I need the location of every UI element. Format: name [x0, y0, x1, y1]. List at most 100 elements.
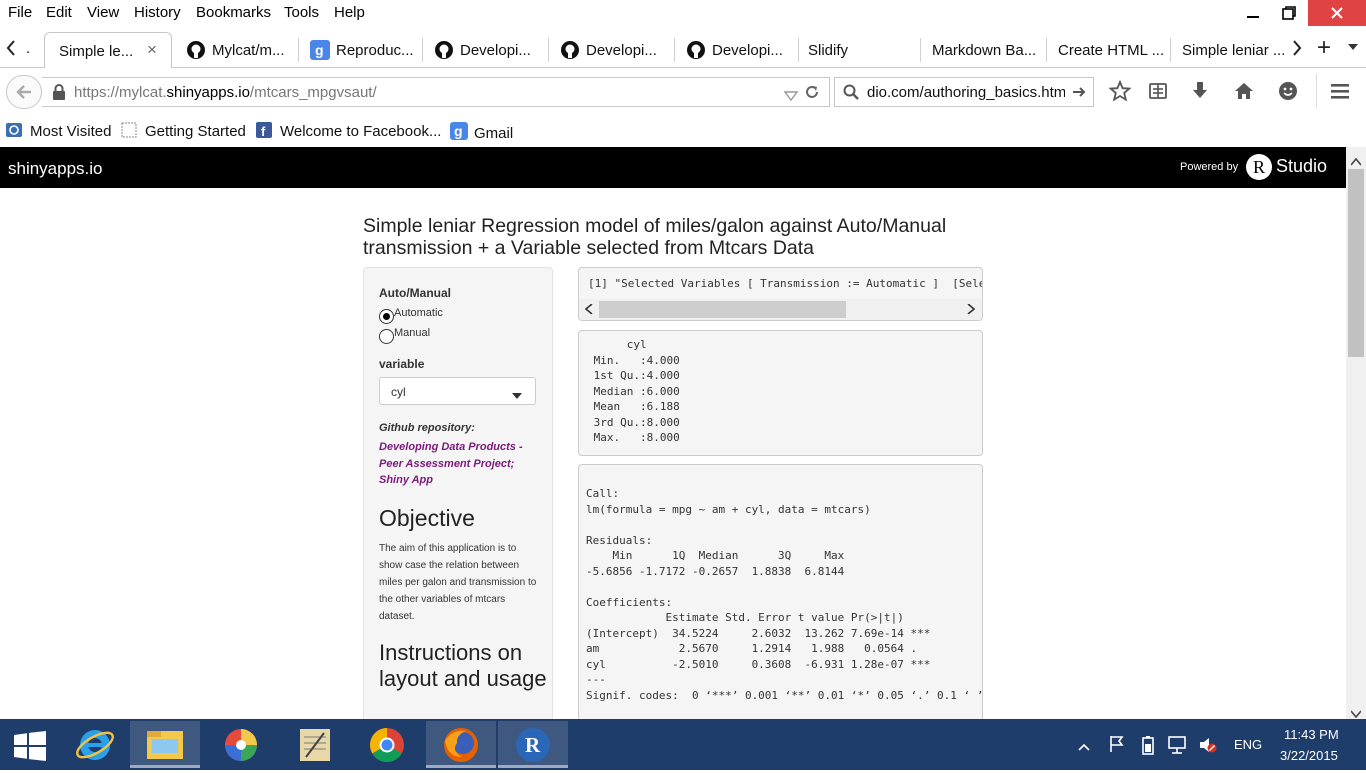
tab-simple-le[interactable]: Simple le... × — [44, 32, 172, 68]
page-content: shinyapps.io Powered by R Studio Simple … — [0, 147, 1346, 719]
chat-smiley-icon[interactable] — [1274, 80, 1302, 104]
close-tab-icon[interactable]: × — [147, 40, 157, 60]
google-icon: g — [310, 40, 330, 60]
bookmark-facebook[interactable]: f Welcome to Facebook... — [256, 122, 441, 140]
tab-markdown[interactable]: Markdown Ba... — [922, 32, 1046, 68]
vertical-scrollbar-thumb[interactable] — [1348, 169, 1364, 357]
reading-list-icon[interactable] — [1144, 80, 1172, 104]
page-icon — [121, 122, 137, 138]
horizontal-scrollbar[interactable] — [579, 299, 982, 320]
maximize-icon[interactable] — [1266, 0, 1312, 26]
output-line: (Intercept) 34.5224 2.6032 13.262 7.69e-… — [586, 626, 931, 640]
svg-text:g: g — [454, 123, 463, 139]
output-line: Signif. codes: 0 ‘***’ 0.001 ‘**’ 0.01 ‘… — [586, 688, 983, 702]
bookmark-star-icon[interactable] — [1106, 79, 1134, 104]
tab-strip: . Simple le... × Mylcat/m... g Reproduc.… — [0, 30, 1366, 68]
github-icon — [434, 40, 454, 60]
network-icon[interactable] — [1167, 735, 1187, 758]
downloads-icon[interactable] — [1186, 80, 1214, 104]
tab-label: Simple le... — [59, 43, 134, 60]
menu-edit[interactable]: Edit — [46, 4, 72, 21]
shinyapps-brand[interactable]: shinyapps.io — [8, 159, 103, 179]
r-icon[interactable]: R — [498, 721, 568, 768]
home-icon[interactable] — [1230, 80, 1258, 104]
menu-bookmarks[interactable]: Bookmarks — [196, 4, 271, 21]
menu-tools[interactable]: Tools — [284, 4, 319, 21]
clock-date[interactable]: 3/22/2015 — [1280, 748, 1338, 763]
ie-icon[interactable] — [60, 721, 130, 768]
chrome-icon[interactable] — [352, 721, 422, 768]
search-icon — [843, 84, 859, 104]
search-input[interactable]: dio.com/authoring_basics.html — [867, 84, 1065, 101]
file-explorer-icon[interactable] — [130, 721, 200, 768]
github-icon — [560, 40, 580, 60]
start-icon[interactable] — [14, 731, 46, 766]
variable-select[interactable]: cyl — [379, 377, 536, 405]
action-center-flag-icon[interactable] — [1108, 735, 1126, 756]
volume-muted-icon[interactable] — [1198, 735, 1218, 758]
menu-bar: File Edit View History Bookmarks Tools H… — [0, 0, 1366, 26]
clock-time[interactable]: 11:43 PM — [1284, 727, 1339, 742]
output-line: cyl -2.5010 0.3608 -6.931 1.28e-07 *** — [586, 657, 931, 671]
tab-mylcat[interactable]: Mylcat/m... — [176, 32, 298, 68]
url-dropdown-icon[interactable] — [783, 88, 799, 105]
tab-reproduc[interactable]: g Reproduc... — [300, 32, 422, 68]
url-bar[interactable]: https://mylcat.shinyapps.io/mtcars_mpgvs… — [42, 77, 830, 107]
instructions-heading: Instructions on layout and usage — [379, 640, 547, 691]
picasa-icon[interactable] — [206, 721, 276, 768]
reload-icon[interactable] — [804, 84, 820, 104]
notepad-icon[interactable] — [280, 721, 350, 768]
output-line: 1st Qu.:4.000 — [587, 369, 680, 382]
scroll-left-icon[interactable] — [584, 303, 593, 317]
radio-button-unchecked[interactable] — [379, 329, 394, 344]
scrollbar-thumb[interactable] — [599, 301, 846, 318]
menu-view[interactable]: View — [87, 4, 119, 21]
tab-label: Mylcat/m... — [212, 42, 285, 59]
google-icon: g — [450, 122, 468, 140]
bookmark-gmail[interactable]: g Gmail — [450, 122, 513, 142]
radio-button-checked[interactable] — [379, 309, 394, 324]
scroll-tabs-left-icon[interactable] — [4, 38, 18, 63]
tab-simple-leniar[interactable]: Simple leniar ... — [1172, 32, 1286, 68]
search-bar[interactable]: dio.com/authoring_basics.html — [834, 77, 1094, 107]
menu-help[interactable]: Help — [334, 4, 365, 21]
language-indicator[interactable]: ENG — [1234, 737, 1262, 752]
back-arrow-icon — [16, 85, 31, 99]
battery-icon[interactable] — [1140, 735, 1156, 758]
menu-hamburger-icon[interactable] — [1326, 80, 1354, 104]
selected-variables-output: [1] "Selected Variables [ Transmission :… — [578, 267, 983, 321]
output-line: -5.6856 -1.7172 -0.2657 1.8838 6.8144 — [586, 564, 845, 578]
output-line: Max. :8.000 — [587, 431, 680, 444]
variable-select-value: cyl — [391, 385, 406, 399]
scroll-tabs-right-icon[interactable] — [1290, 38, 1304, 63]
tab-slidify[interactable]: Slidify — [800, 32, 920, 68]
scroll-right-icon[interactable] — [967, 303, 976, 317]
tab-developi-1[interactable]: Developi... — [424, 32, 548, 68]
input-sidebar: Auto/Manual Automatic Manual variable cy… — [363, 267, 553, 719]
bookmark-most-visited[interactable]: Most Visited — [6, 122, 111, 140]
bookmark-getting-started[interactable]: Getting Started — [121, 122, 246, 140]
chevron-down-icon — [512, 388, 522, 402]
menu-history[interactable]: History — [134, 4, 181, 21]
list-tabs-icon[interactable] — [1347, 40, 1359, 58]
tab-label: Create HTML ... — [1058, 42, 1165, 59]
close-window-icon[interactable] — [1308, 0, 1366, 26]
back-button[interactable] — [6, 75, 42, 109]
radio-automatic[interactable]: Automatic — [379, 307, 443, 324]
url-text[interactable]: https://mylcat.shinyapps.io/mtcars_mpgvs… — [74, 84, 377, 101]
firefox-icon[interactable] — [426, 721, 496, 768]
new-tab-icon[interactable]: + — [1317, 34, 1331, 62]
output-line: lm(formula = mpg ~ am + cyl, data = mtca… — [586, 502, 871, 516]
most-visited-icon — [6, 122, 22, 138]
search-go-icon[interactable] — [1071, 84, 1087, 104]
menu-file[interactable]: File — [8, 4, 32, 21]
tab-create-html[interactable]: Create HTML ... — [1048, 32, 1170, 68]
tab-developi-3[interactable]: Developi... — [676, 32, 798, 68]
page-title: Simple leniar Regression model of miles/… — [363, 215, 947, 259]
show-hidden-icons-icon[interactable] — [1078, 739, 1090, 754]
tab-developi-2[interactable]: Developi... — [550, 32, 674, 68]
vertical-scrollbar[interactable] — [1346, 147, 1366, 719]
github-link[interactable]: Developing Data Products - Peer Assessme… — [379, 439, 544, 489]
rstudio-label: Studio — [1276, 156, 1328, 176]
radio-manual[interactable]: Manual — [379, 327, 430, 344]
